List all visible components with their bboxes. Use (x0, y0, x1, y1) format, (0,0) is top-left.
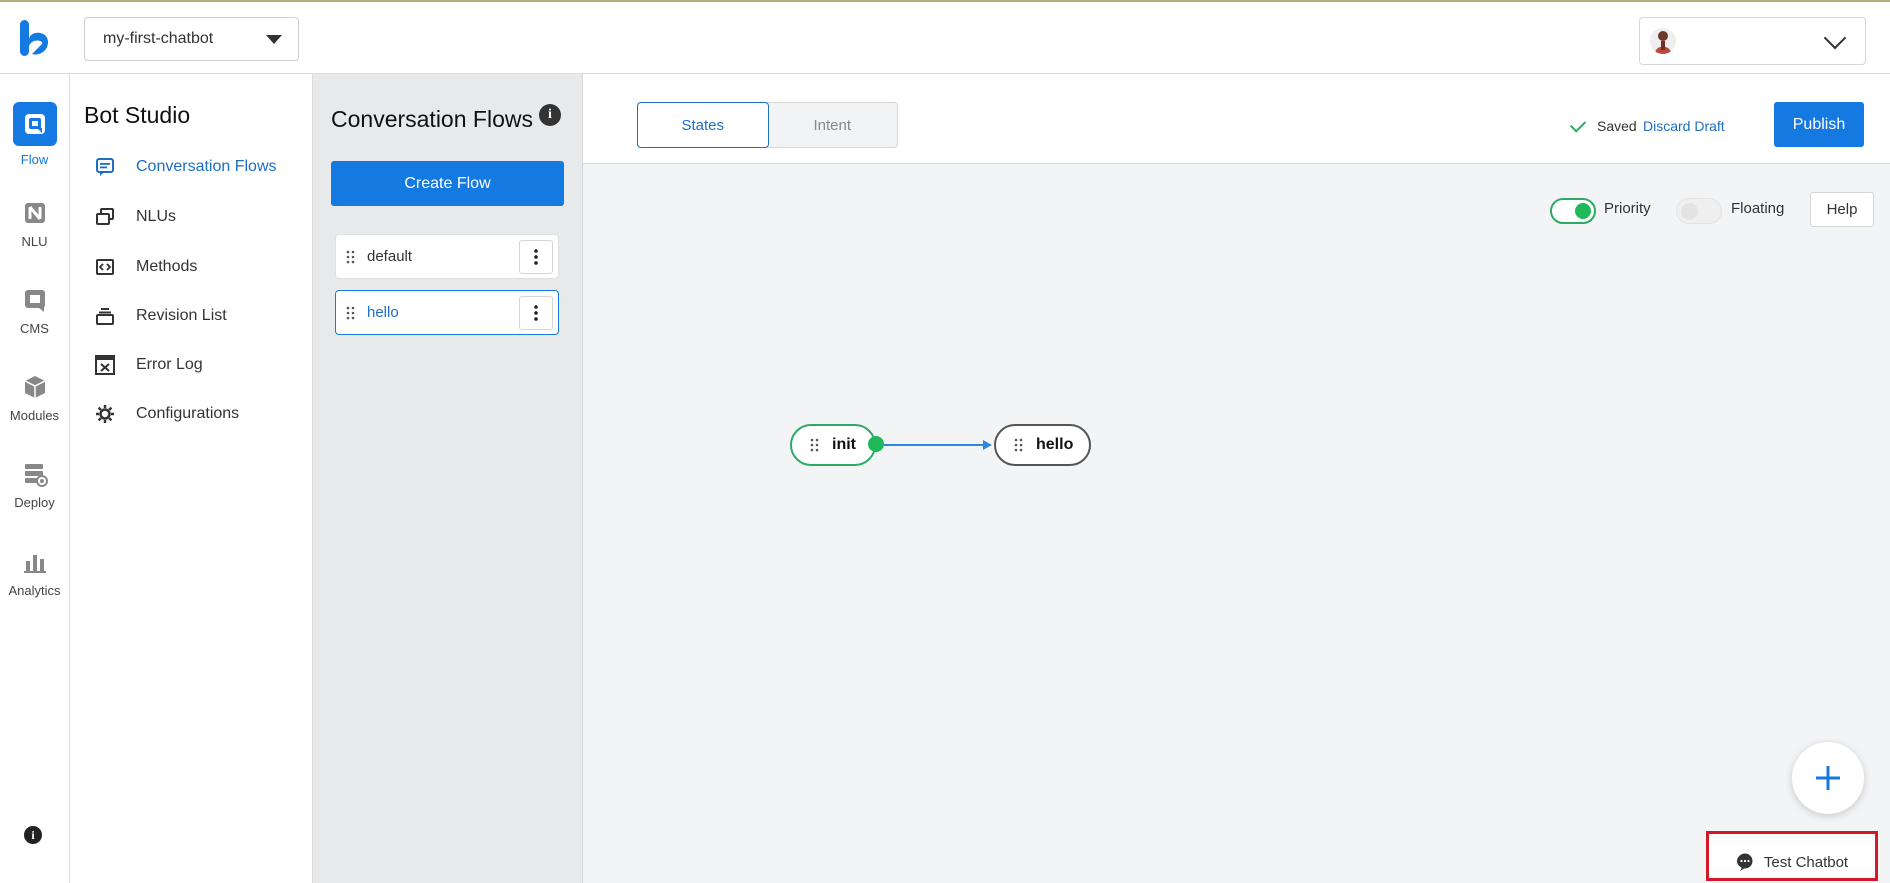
editor-header: States Intent Saved Discard Draft Publis… (583, 74, 1890, 164)
rail-item-analytics[interactable]: Analytics (0, 547, 69, 598)
studio-title: Bot Studio (84, 102, 191, 128)
chat-bubble-icon (1736, 853, 1753, 871)
priority-label: Priority (1604, 200, 1651, 217)
state-node-init[interactable]: init (790, 424, 876, 466)
cms-icon (20, 285, 50, 315)
drag-handle-icon[interactable] (346, 250, 356, 264)
plus-icon (1816, 766, 1840, 790)
kebab-menu-icon (534, 304, 538, 321)
chevron-down-icon (1823, 26, 1847, 50)
kebab-menu-icon (534, 248, 538, 265)
bar-chart-icon (20, 547, 50, 577)
cube-icon (20, 372, 50, 402)
flow-item-hello[interactable]: hello (335, 290, 559, 335)
state-node-label: hello (1036, 436, 1074, 453)
caret-down-icon (266, 35, 282, 44)
drag-handle-icon[interactable] (346, 306, 356, 320)
conversation-flows-panel: Conversation Flows i Create Flow default… (313, 74, 583, 883)
flow-item-default[interactable]: default (335, 234, 559, 279)
more-options-button[interactable] (519, 295, 553, 330)
studio-item-label: Methods (136, 258, 198, 275)
more-options-button[interactable] (519, 239, 553, 274)
saved-label: Saved (1597, 118, 1637, 134)
flow-icon (12, 102, 57, 146)
rail-item-flow[interactable]: Flow (0, 102, 69, 167)
drag-handle-icon[interactable] (810, 438, 820, 452)
deploy-icon (20, 459, 50, 489)
discard-draft-link[interactable]: Discard Draft (1643, 118, 1725, 134)
chat-icon (94, 156, 116, 178)
studio-item-label: Configurations (136, 405, 240, 422)
rail-item-nlu[interactable]: NLU (0, 198, 69, 249)
tab-intent[interactable]: Intent (768, 103, 898, 147)
flow-name: default (367, 248, 413, 265)
rail-label: NLU (21, 234, 48, 249)
check-icon (1569, 115, 1587, 133)
editor-tabs: States Intent (637, 102, 898, 148)
studio-item-error-log[interactable]: Error Log (94, 352, 203, 378)
rail-item-modules[interactable]: Modules (0, 372, 69, 423)
rail-label: Analytics (8, 583, 61, 598)
drag-handle-icon[interactable] (1014, 438, 1024, 452)
help-button[interactable]: Help (1810, 192, 1874, 227)
info-icon[interactable]: i (539, 104, 561, 126)
tab-states[interactable]: States (637, 102, 769, 148)
flow-editor: States Intent Saved Discard Draft Publis… (583, 74, 1890, 883)
test-chatbot-button[interactable]: Test Chatbot (1706, 831, 1878, 881)
rail-label: CMS (20, 321, 49, 336)
gear-icon (94, 403, 116, 425)
studio-item-configurations[interactable]: Configurations (94, 401, 239, 427)
state-node-label: init (832, 436, 856, 453)
toggle-knob (1575, 203, 1591, 219)
floating-toggle[interactable] (1676, 198, 1722, 224)
app-rail: Flow NLU CMS Modules Deploy Analytics i (0, 74, 70, 883)
studio-item-conversation-flows[interactable]: Conversation Flows (94, 154, 277, 180)
flows-panel-title: Conversation Flows (331, 106, 533, 132)
priority-toggle[interactable] (1550, 198, 1596, 224)
error-log-icon (94, 354, 116, 376)
create-flow-button[interactable]: Create Flow (331, 161, 564, 206)
studio-item-label: Error Log (136, 356, 203, 373)
saved-status: Saved (1569, 115, 1637, 134)
code-icon (94, 256, 116, 278)
studio-item-label: NLUs (136, 208, 177, 225)
studio-item-nlus[interactable]: NLUs (94, 204, 176, 230)
kata-logo-icon[interactable] (18, 18, 50, 58)
toggle-knob (1681, 203, 1698, 220)
top-bar: my-first-chatbot (0, 0, 1890, 74)
studio-item-revision-list[interactable]: Revision List (94, 303, 227, 329)
bot-selector-value: my-first-chatbot (103, 30, 214, 47)
studio-item-label: Conversation Flows (136, 158, 277, 175)
user-avatar-icon (1650, 28, 1676, 54)
nlu-icon (20, 198, 50, 228)
state-node-hello[interactable]: hello (994, 424, 1091, 466)
rail-label: Flow (20, 152, 49, 167)
user-menu[interactable] (1639, 17, 1866, 65)
bot-selector[interactable]: my-first-chatbot (84, 17, 299, 61)
stack-icon (94, 305, 116, 327)
bot-studio-nav: Bot Studio Conversation Flows NLUs Metho… (70, 74, 313, 883)
nlu-cards-icon (94, 206, 116, 228)
studio-item-methods[interactable]: Methods (94, 254, 197, 280)
floating-label: Floating (1731, 200, 1785, 217)
state-output-port[interactable] (868, 436, 884, 452)
rail-item-deploy[interactable]: Deploy (0, 459, 69, 510)
flow-name: hello (367, 304, 399, 321)
rail-label: Modules (9, 408, 60, 423)
transition-arrow[interactable] (883, 437, 993, 453)
test-chatbot-label: Test Chatbot (1763, 854, 1849, 871)
studio-item-label: Revision List (136, 307, 227, 324)
info-icon[interactable]: i (24, 826, 42, 844)
publish-button[interactable]: Publish (1774, 102, 1864, 147)
rail-label: Deploy (14, 495, 55, 510)
add-state-button[interactable] (1792, 742, 1864, 814)
rail-item-cms[interactable]: CMS (0, 285, 69, 336)
